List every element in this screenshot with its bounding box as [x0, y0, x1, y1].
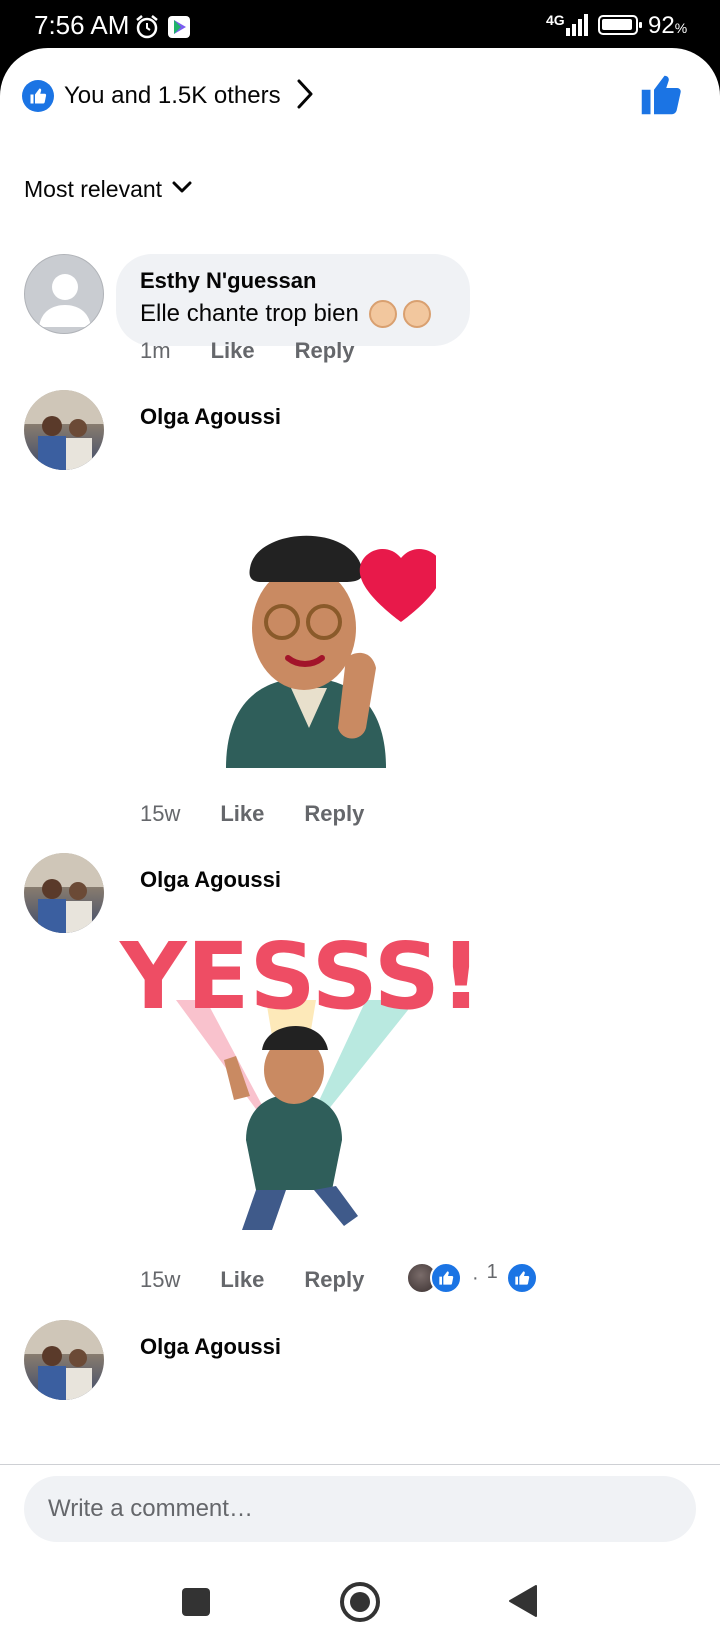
clapping-hands-icon: [368, 300, 397, 328]
like-button[interactable]: Like: [220, 801, 264, 827]
reply-button[interactable]: Reply: [304, 1267, 364, 1293]
back-icon[interactable]: [508, 1584, 538, 1623]
like-badge-icon: [22, 80, 54, 112]
battery-icon: [598, 15, 642, 35]
sort-label: Most relevant: [24, 176, 163, 202]
comment-time[interactable]: 1m: [140, 338, 171, 364]
divider: [0, 1464, 720, 1465]
like-button[interactable]: Like: [220, 1267, 264, 1293]
comment-text: Elle chante trop bien: [140, 300, 446, 328]
comment-meta: 1m Like Reply: [140, 338, 355, 364]
avatar[interactable]: [24, 853, 104, 933]
comment-meta: 15w Like Reply: [140, 1267, 364, 1293]
sort-dropdown[interactable]: Most relevant: [24, 176, 192, 203]
alarm-icon: [134, 14, 160, 45]
like-reaction-icon: [430, 1262, 462, 1294]
comments-sheet: You and 1.5K others Most relevant Esthy …: [0, 48, 720, 1554]
system-nav-bar: [0, 1554, 720, 1650]
comment-author[interactable]: Olga Agoussi: [140, 404, 281, 430]
yesss-text: YESSS!: [119, 923, 476, 1030]
battery-percent: 92%: [648, 12, 688, 39]
sticker-yesss-avatar[interactable]: YESSS!: [116, 910, 482, 1255]
comment-time[interactable]: 15w: [140, 801, 180, 827]
comment-author[interactable]: Esthy N'guessan: [140, 268, 446, 294]
avatar[interactable]: [24, 254, 104, 334]
home-icon[interactable]: [340, 1582, 380, 1622]
status-time: 7:56 AM: [34, 10, 130, 40]
comment-input[interactable]: [48, 1495, 648, 1523]
like-thumb-icon[interactable]: [640, 74, 682, 121]
reaction-count: 1: [486, 1260, 498, 1283]
reply-button[interactable]: Reply: [304, 801, 364, 827]
avatar[interactable]: [24, 1320, 104, 1400]
signal-icon: [560, 14, 592, 41]
chevron-right-icon: [295, 78, 315, 115]
comment-composer[interactable]: [24, 1476, 696, 1542]
reaction-separator: ·: [472, 1266, 479, 1289]
like-button[interactable]: Like: [211, 338, 255, 364]
status-bar: 7:56 AM 4G 92%: [0, 0, 720, 52]
comment-author[interactable]: Olga Agoussi: [140, 867, 281, 893]
reactions-summary[interactable]: You and 1.5K others: [22, 78, 315, 114]
chevron-down-icon: [172, 180, 192, 199]
reply-button[interactable]: Reply: [295, 338, 355, 364]
play-store-icon: [168, 16, 190, 38]
comment-bubble[interactable]: Esthy N'guessan Elle chante trop bien: [116, 254, 470, 346]
like-reaction-icon: [505, 1262, 538, 1294]
recents-icon[interactable]: [182, 1588, 210, 1616]
comment-reactions[interactable]: · 1: [406, 1260, 538, 1294]
comment-meta: 15w Like Reply: [140, 801, 364, 827]
avatar[interactable]: [24, 390, 104, 470]
comment-text-content: Elle chante trop bien: [140, 300, 359, 327]
sticker-heart-avatar[interactable]: [196, 498, 443, 793]
clapping-hands-icon: [402, 300, 431, 328]
comment-time[interactable]: 15w: [140, 1267, 180, 1293]
reactions-text: You and 1.5K others: [64, 82, 281, 109]
comment-author[interactable]: Olga Agoussi: [140, 1334, 281, 1360]
